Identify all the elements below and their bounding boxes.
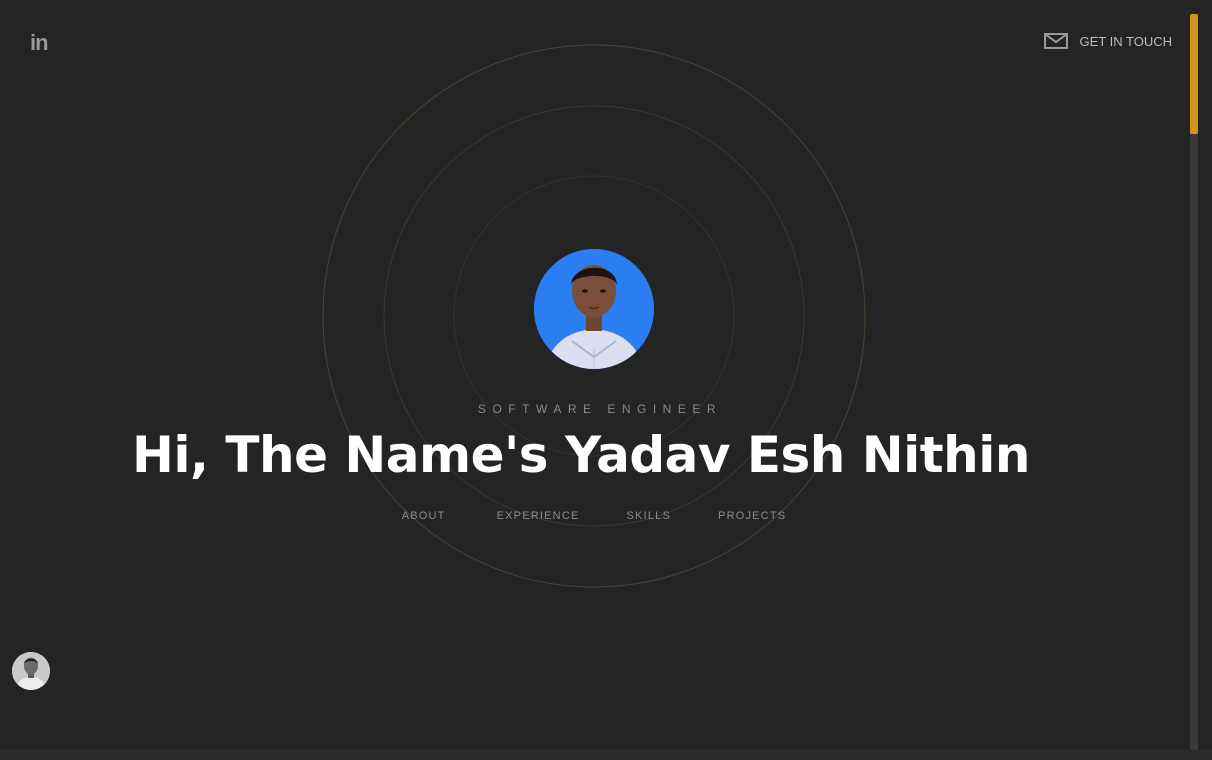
bottom-strip [0,750,1212,760]
role-title: SOFTWARE ENGINEER [477,402,723,416]
nav-projects[interactable]: PROJECTS [718,510,786,522]
mail-icon [1043,33,1068,49]
decorative-rings [322,44,866,588]
nav-skills[interactable]: SKILLS [627,510,672,522]
nav-about[interactable]: ABOUT [402,510,446,522]
hero-headline: Hi, The Name's Yadav Esh Nithin [131,426,1031,484]
get-in-touch-link[interactable]: GET IN TOUCH [1043,33,1172,49]
get-in-touch-label: GET IN TOUCH [1079,33,1172,49]
main-nav: ABOUT EXPERIENCE SKILLS PROJECTS [0,510,1188,522]
scrollbar-thumb[interactable] [1190,14,1198,134]
linkedin-icon[interactable]: in [30,30,49,56]
page: in GET IN TOUCH SOFTWARE ENGINEER Hi, Th… [0,0,1212,760]
nav-experience[interactable]: EXPERIENCE [497,510,580,522]
scrollbar[interactable] [1190,14,1198,750]
mini-avatar[interactable] [12,652,50,690]
profile-avatar [534,249,654,369]
